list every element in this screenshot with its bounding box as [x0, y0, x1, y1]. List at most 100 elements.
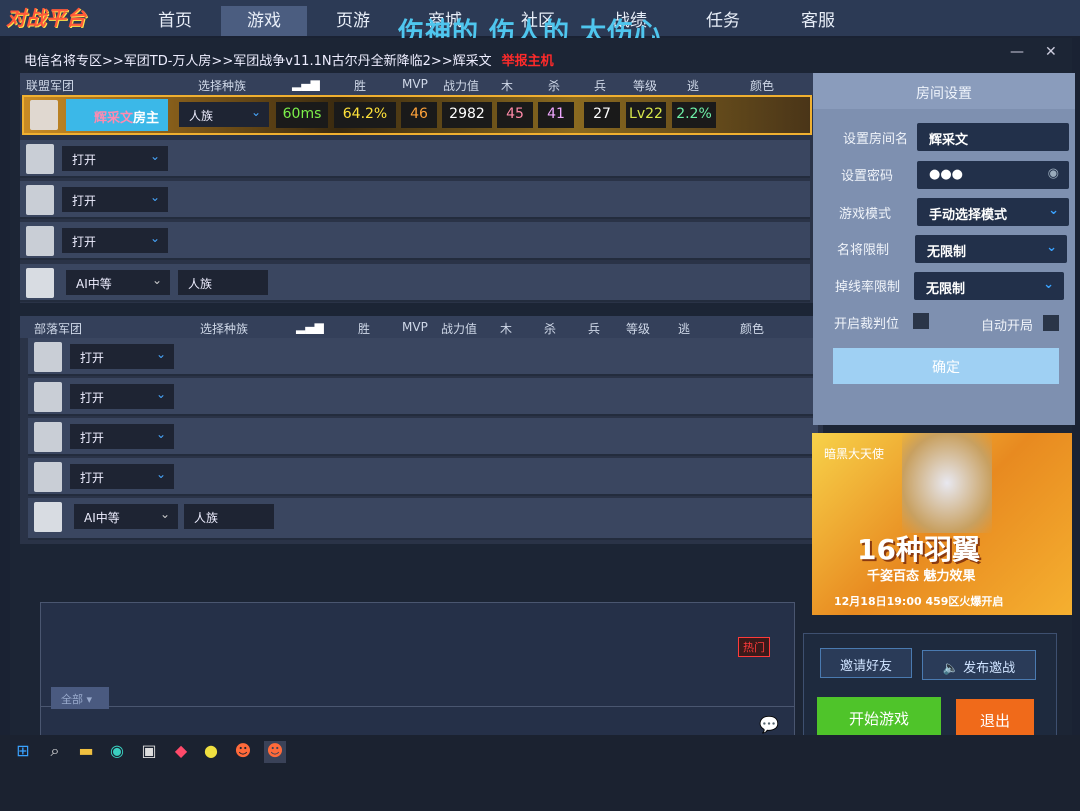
- password-input[interactable]: ●●● ◉: [917, 161, 1069, 189]
- breadcrumb-path: 电信名将专区>>军团TD-万人房>>军团战争v11.1N古尔丹全新降临2>>辉采…: [24, 54, 492, 69]
- edge-icon[interactable]: ◉: [106, 741, 128, 763]
- host-ping: 60ms: [276, 102, 328, 128]
- file-explorer-icon[interactable]: ▬: [75, 741, 97, 763]
- windows-start-icon[interactable]: ⊞: [12, 741, 34, 763]
- report-host-link[interactable]: 举报主机: [502, 54, 554, 69]
- ai-level-select[interactable]: AI中等 ⌄: [74, 504, 178, 529]
- horde-header: 部落军团 选择种族 ▂▄▆ 胜 MVP 战力值 木 杀 兵 等级 逃 颜色: [20, 316, 823, 338]
- slot-row: 打开 ⌄: [28, 418, 818, 456]
- app-icon[interactable]: ●: [200, 741, 222, 763]
- host-level: Lv22: [626, 102, 666, 128]
- auto-start-label: 自动开局: [981, 319, 1034, 334]
- drop-rate-label: 掉线率限制: [835, 280, 901, 295]
- slot-select[interactable]: 打开 ⌄: [62, 228, 168, 253]
- slot-select[interactable]: 打开 ⌄: [70, 464, 174, 489]
- judge-label: 开启裁判位: [834, 317, 900, 332]
- ad-brand: 暗黑大天使: [824, 447, 885, 461]
- publish-challenge-button[interactable]: 🔈 发布邀战: [922, 650, 1036, 680]
- nav-service[interactable]: 客服: [775, 6, 861, 36]
- ai-level: AI中等: [76, 277, 112, 291]
- chevron-down-icon: ⌄: [149, 149, 160, 163]
- exit-button[interactable]: 退出: [956, 699, 1034, 739]
- col-escape: 逃: [687, 79, 700, 93]
- ad-banner[interactable]: 暗黑大天使 16种羽翼 千姿百态 魅力效果 12月18日19:00 459区火爆…: [812, 433, 1072, 615]
- host-name: 辉采文: [94, 111, 134, 126]
- slot-state: 打开: [80, 351, 105, 365]
- empty-avatar-icon: [26, 226, 54, 256]
- close-button[interactable]: ✕: [1045, 44, 1057, 60]
- ai-race: 人族: [184, 504, 274, 529]
- judge-checkbox[interactable]: [913, 313, 929, 329]
- col-win: 胜: [354, 79, 367, 93]
- ai-row: AI中等 ⌄ 人族: [28, 498, 818, 540]
- chevron-down-icon: ⌄: [155, 427, 166, 441]
- chat-filter-select[interactable]: 全部 ▾: [51, 687, 109, 709]
- col-level: 等级: [633, 79, 658, 93]
- room-settings-title: 房间设置: [813, 73, 1075, 109]
- nav-tasks[interactable]: 任务: [680, 6, 766, 36]
- slot-select[interactable]: 打开 ⌄: [70, 424, 174, 449]
- drop-rate-select[interactable]: 无限制 ⌄: [914, 272, 1064, 300]
- col-power: 战力值: [443, 79, 480, 93]
- eye-icon[interactable]: ◉: [1048, 166, 1059, 181]
- host-win: 64.2%: [334, 102, 396, 128]
- col-kill: 杀: [544, 322, 557, 336]
- room-name-input[interactable]: 辉采文: [917, 123, 1069, 151]
- hero-limit-label: 名将限制: [837, 243, 890, 258]
- battle-platform-icon[interactable]: ☻: [232, 741, 254, 763]
- start-game-button[interactable]: 开始游戏: [817, 697, 941, 737]
- nav-home[interactable]: 首页: [132, 6, 218, 36]
- chat-area[interactable]: 热门 全部 ▾ 💬: [40, 602, 795, 745]
- slot-select[interactable]: 打开 ⌄: [62, 187, 168, 212]
- horde-title: 部落军团: [34, 322, 83, 336]
- chevron-down-icon: ⌄: [149, 231, 160, 245]
- host-race-select[interactable]: 人族 ⌄: [179, 102, 269, 127]
- auto-start-checkbox[interactable]: [1043, 315, 1059, 331]
- ad-title: 16种羽翼: [857, 533, 980, 566]
- hero-limit-select[interactable]: 无限制 ⌄: [915, 235, 1067, 263]
- empty-avatar-icon: [34, 422, 62, 452]
- chevron-down-icon: ⌄: [1046, 240, 1057, 255]
- password-value: ●●●: [929, 167, 964, 182]
- host-escape: 2.2%: [672, 102, 716, 128]
- room-name-label: 设置房间名: [843, 132, 909, 147]
- confirm-button[interactable]: 确定: [833, 348, 1059, 384]
- slot-row: 打开 ⌄: [20, 222, 810, 260]
- game-mode-select[interactable]: 手动选择模式 ⌄: [917, 198, 1069, 226]
- store-icon[interactable]: ▣: [138, 741, 160, 763]
- empty-avatar-icon: [26, 185, 54, 215]
- host-wood: 45: [497, 102, 533, 128]
- empty-avatar-icon: [34, 462, 62, 492]
- nav-game[interactable]: 游戏: [221, 6, 307, 36]
- chevron-down-icon: ⌄: [149, 190, 160, 204]
- ai-race: 人族: [178, 270, 268, 295]
- host-kill: 41: [538, 102, 574, 128]
- host-mvp: 46: [401, 102, 437, 128]
- col-wood: 木: [501, 79, 514, 93]
- col-power: 战力值: [441, 322, 478, 336]
- chat-bubble-icon[interactable]: 💬: [759, 715, 779, 734]
- minimize-button[interactable]: —: [1010, 44, 1024, 60]
- ai-level-select[interactable]: AI中等 ⌄: [66, 270, 170, 295]
- alliance-title: 联盟军团: [26, 79, 75, 93]
- invite-friends-button[interactable]: 邀请好友: [820, 648, 912, 678]
- slot-state: 打开: [80, 471, 105, 485]
- app-icon[interactable]: ◆: [170, 741, 192, 763]
- publish-challenge-label: 发布邀战: [963, 661, 1016, 676]
- battle-platform-active-icon[interactable]: ☻: [264, 741, 286, 763]
- col-color: 颜色: [750, 79, 775, 93]
- nav-webgame[interactable]: 页游: [310, 6, 396, 36]
- chevron-down-icon: ⌄: [1043, 277, 1054, 292]
- empty-avatar-icon: [34, 342, 62, 372]
- slot-row: 打开 ⌄: [28, 338, 818, 376]
- col-race: 选择种族: [200, 322, 249, 336]
- slot-select[interactable]: 打开 ⌄: [62, 146, 168, 171]
- host-row[interactable]: 辉采文房主 人族 ⌄ 60ms 64.2% 46 2982 45 41 27 Lv…: [22, 95, 812, 135]
- hot-tag[interactable]: 热门: [738, 637, 770, 657]
- search-icon[interactable]: ⌕: [44, 741, 66, 763]
- chevron-down-icon: ⌄: [155, 467, 166, 481]
- ai-level: AI中等: [84, 511, 120, 525]
- slot-select[interactable]: 打开 ⌄: [70, 384, 174, 409]
- hero-limit-value: 无限制: [927, 245, 967, 260]
- slot-select[interactable]: 打开 ⌄: [70, 344, 174, 369]
